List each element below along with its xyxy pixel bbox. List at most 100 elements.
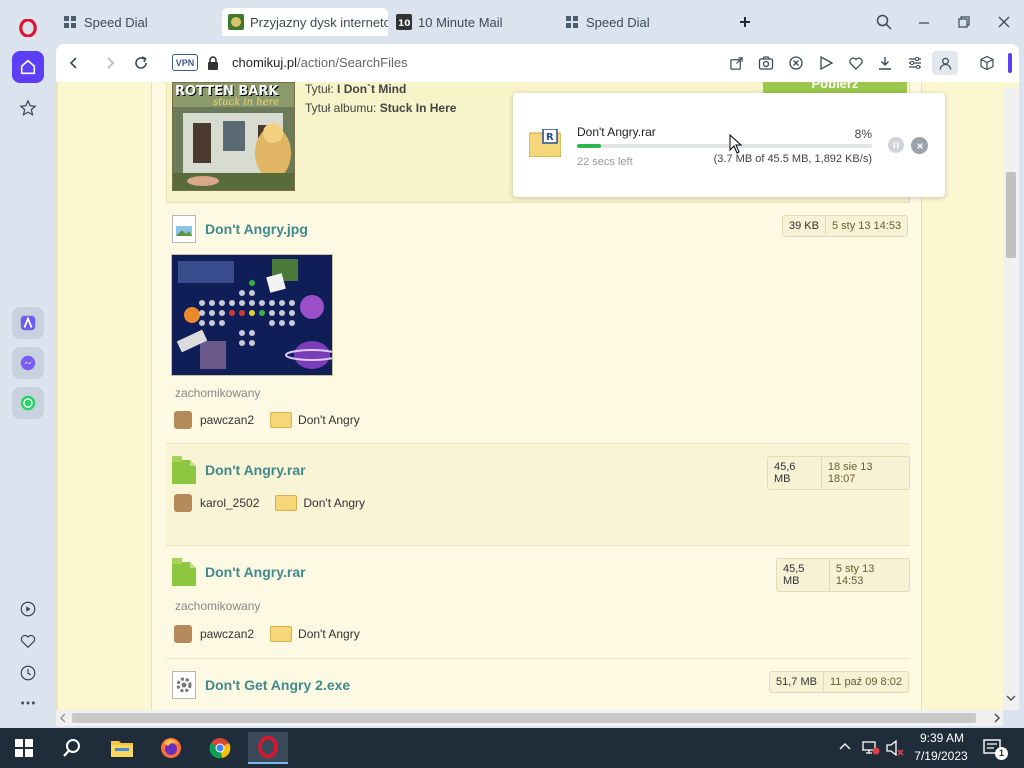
firefox-icon[interactable] (151, 732, 191, 764)
opera-logo-icon[interactable] (12, 12, 44, 44)
archive-file-icon (172, 456, 196, 484)
windows-taskbar: 9:39 AM 7/19/2023 1 (0, 728, 1024, 768)
tab-speed-dial-2[interactable]: Speed Dial (558, 9, 724, 35)
messenger-icon[interactable] (12, 347, 44, 379)
vertical-scroll-thumb[interactable] (1006, 172, 1016, 258)
file-row-exe: Don't Get Angry 2.exe 51,7 MB 11 paź 09 … (166, 659, 910, 710)
folder-name[interactable]: Don't Angry (303, 496, 365, 510)
tab-label: Speed Dial (586, 14, 650, 30)
download-percent: 8% (854, 127, 872, 141)
search-tabs-icon[interactable] (872, 10, 896, 34)
pause-icon[interactable] (888, 137, 904, 153)
download-filename: Don't Angry.rar (577, 125, 656, 139)
downloads-icon[interactable] (876, 54, 894, 72)
album-cover[interactable]: ROTTEN BARK stuck in here (172, 82, 295, 191)
extensions-icon[interactable] (978, 54, 996, 72)
minimize-button[interactable] (912, 10, 936, 34)
title-value: I Don`t Mind (337, 82, 407, 96)
user-name[interactable]: karol_2502 (200, 496, 259, 510)
tab-speed-dial-1[interactable]: Speed Dial (56, 9, 216, 35)
heart-icon[interactable] (12, 625, 44, 657)
album-name-line: Tytuł albumu: Stuck In Here (305, 101, 456, 115)
grid-icon (564, 14, 580, 30)
title-label: Tytuł: (305, 82, 334, 96)
tab-label: Przyjazny dysk internetow (250, 14, 388, 30)
clock-time[interactable]: 9:39 AM (912, 731, 972, 745)
new-tab-button[interactable] (733, 10, 757, 34)
volume-muted-icon[interactable] (885, 739, 905, 757)
user-avatar[interactable] (174, 494, 192, 512)
url-field[interactable]: chomikuj.pl/action/SearchFiles (232, 55, 408, 70)
star-icon[interactable] (12, 92, 44, 124)
url-path: /action/SearchFiles (297, 55, 408, 70)
profile-icon[interactable] (932, 51, 958, 75)
file-meta: 51,7 MB 11 paź 09 8:02 (769, 671, 909, 693)
horizontal-scroll-thumb[interactable] (72, 713, 976, 723)
scroll-left-arrow-icon[interactable] (58, 712, 68, 723)
share-icon[interactable] (727, 54, 745, 72)
opera-sidebar (0, 0, 56, 728)
file-name[interactable]: Don't Get Angry 2.exe (205, 677, 350, 693)
file-name[interactable]: Don't Angry.rar (205, 564, 306, 580)
download-status: (3.7 MB of 45.5 MB, 1,892 KB/s) (713, 153, 872, 165)
chomikuj-icon (228, 14, 244, 30)
file-meta: 39 KB 5 sty 13 14:53 (782, 215, 909, 237)
svg-text:R: R (546, 132, 554, 143)
notifications-icon[interactable]: 1 (982, 738, 1008, 760)
favorite-heart-icon[interactable] (847, 54, 865, 72)
file-name[interactable]: Don't Angry.jpg (205, 221, 308, 237)
mouse-cursor-icon (729, 133, 743, 154)
windows-start-icon[interactable] (4, 732, 44, 764)
file-status: zachomikowany (175, 599, 261, 613)
forward-button[interactable] (100, 53, 120, 73)
whatsapp-icon[interactable] (12, 387, 44, 419)
adblock-icon[interactable] (787, 54, 805, 72)
home-icon[interactable] (12, 51, 44, 83)
user-name[interactable]: pawczan2 (200, 413, 254, 427)
tab-10-minute-mail[interactable]: 10 10 Minute Mail (390, 9, 556, 35)
folder-name[interactable]: Don't Angry (298, 413, 360, 427)
player-icon[interactable] (12, 593, 44, 625)
more-icon[interactable] (12, 687, 44, 719)
aria-icon[interactable] (12, 307, 44, 339)
tab-label: 10 Minute Mail (418, 14, 503, 30)
image-thumbnail[interactable] (171, 254, 333, 376)
file-explorer-icon[interactable] (102, 732, 142, 764)
restore-button[interactable] (952, 10, 976, 34)
file-name[interactable]: Don't Angry.rar (205, 462, 306, 478)
cancel-download-icon[interactable] (911, 137, 928, 154)
back-button[interactable] (64, 53, 84, 73)
chrome-icon[interactable] (200, 732, 240, 764)
close-window-button[interactable] (992, 10, 1016, 34)
tab-bar: Speed Dial Przyjazny dysk internetow 10 … (56, 0, 1024, 44)
album-value: Stuck In Here (379, 101, 457, 115)
file-date: 5 sty 13 14:53 (824, 216, 907, 236)
user-avatar[interactable] (174, 411, 192, 429)
cover-subtitle: stuck in here (213, 97, 280, 108)
page: ROTTEN BARK stuck in here Tytuł: I Don`t… (56, 82, 1006, 710)
file-owner: pawczan2 Don't Angry (174, 625, 360, 643)
vpn-badge[interactable]: VPN (172, 54, 198, 71)
history-icon[interactable] (12, 657, 44, 689)
page-left-edge (56, 82, 58, 710)
network-icon[interactable] (862, 740, 880, 756)
file-date: 5 sty 13 14:53 (828, 559, 909, 591)
scroll-down-arrow-icon[interactable] (1006, 692, 1016, 704)
easy-setup-icon[interactable] (906, 54, 924, 72)
search-icon[interactable] (52, 732, 92, 764)
tab-chomikuj[interactable]: Przyjazny dysk internetow (222, 8, 388, 36)
rar-archive-icon: R (528, 128, 562, 158)
camera-icon[interactable] (757, 54, 775, 72)
reload-button[interactable] (131, 53, 151, 73)
clock-date[interactable]: 7/19/2023 (908, 749, 974, 763)
opera-taskbar-icon[interactable] (248, 732, 288, 764)
sidebar-toggle-indicator[interactable] (1008, 53, 1012, 73)
user-name[interactable]: pawczan2 (200, 627, 254, 641)
folder-icon (270, 412, 293, 428)
user-avatar[interactable] (174, 625, 192, 643)
download-progress-track (577, 144, 872, 148)
chevron-up-icon[interactable] (838, 740, 852, 754)
folder-name[interactable]: Don't Angry (298, 627, 360, 641)
scroll-right-arrow-icon[interactable] (992, 712, 1002, 723)
send-icon[interactable] (817, 54, 835, 72)
